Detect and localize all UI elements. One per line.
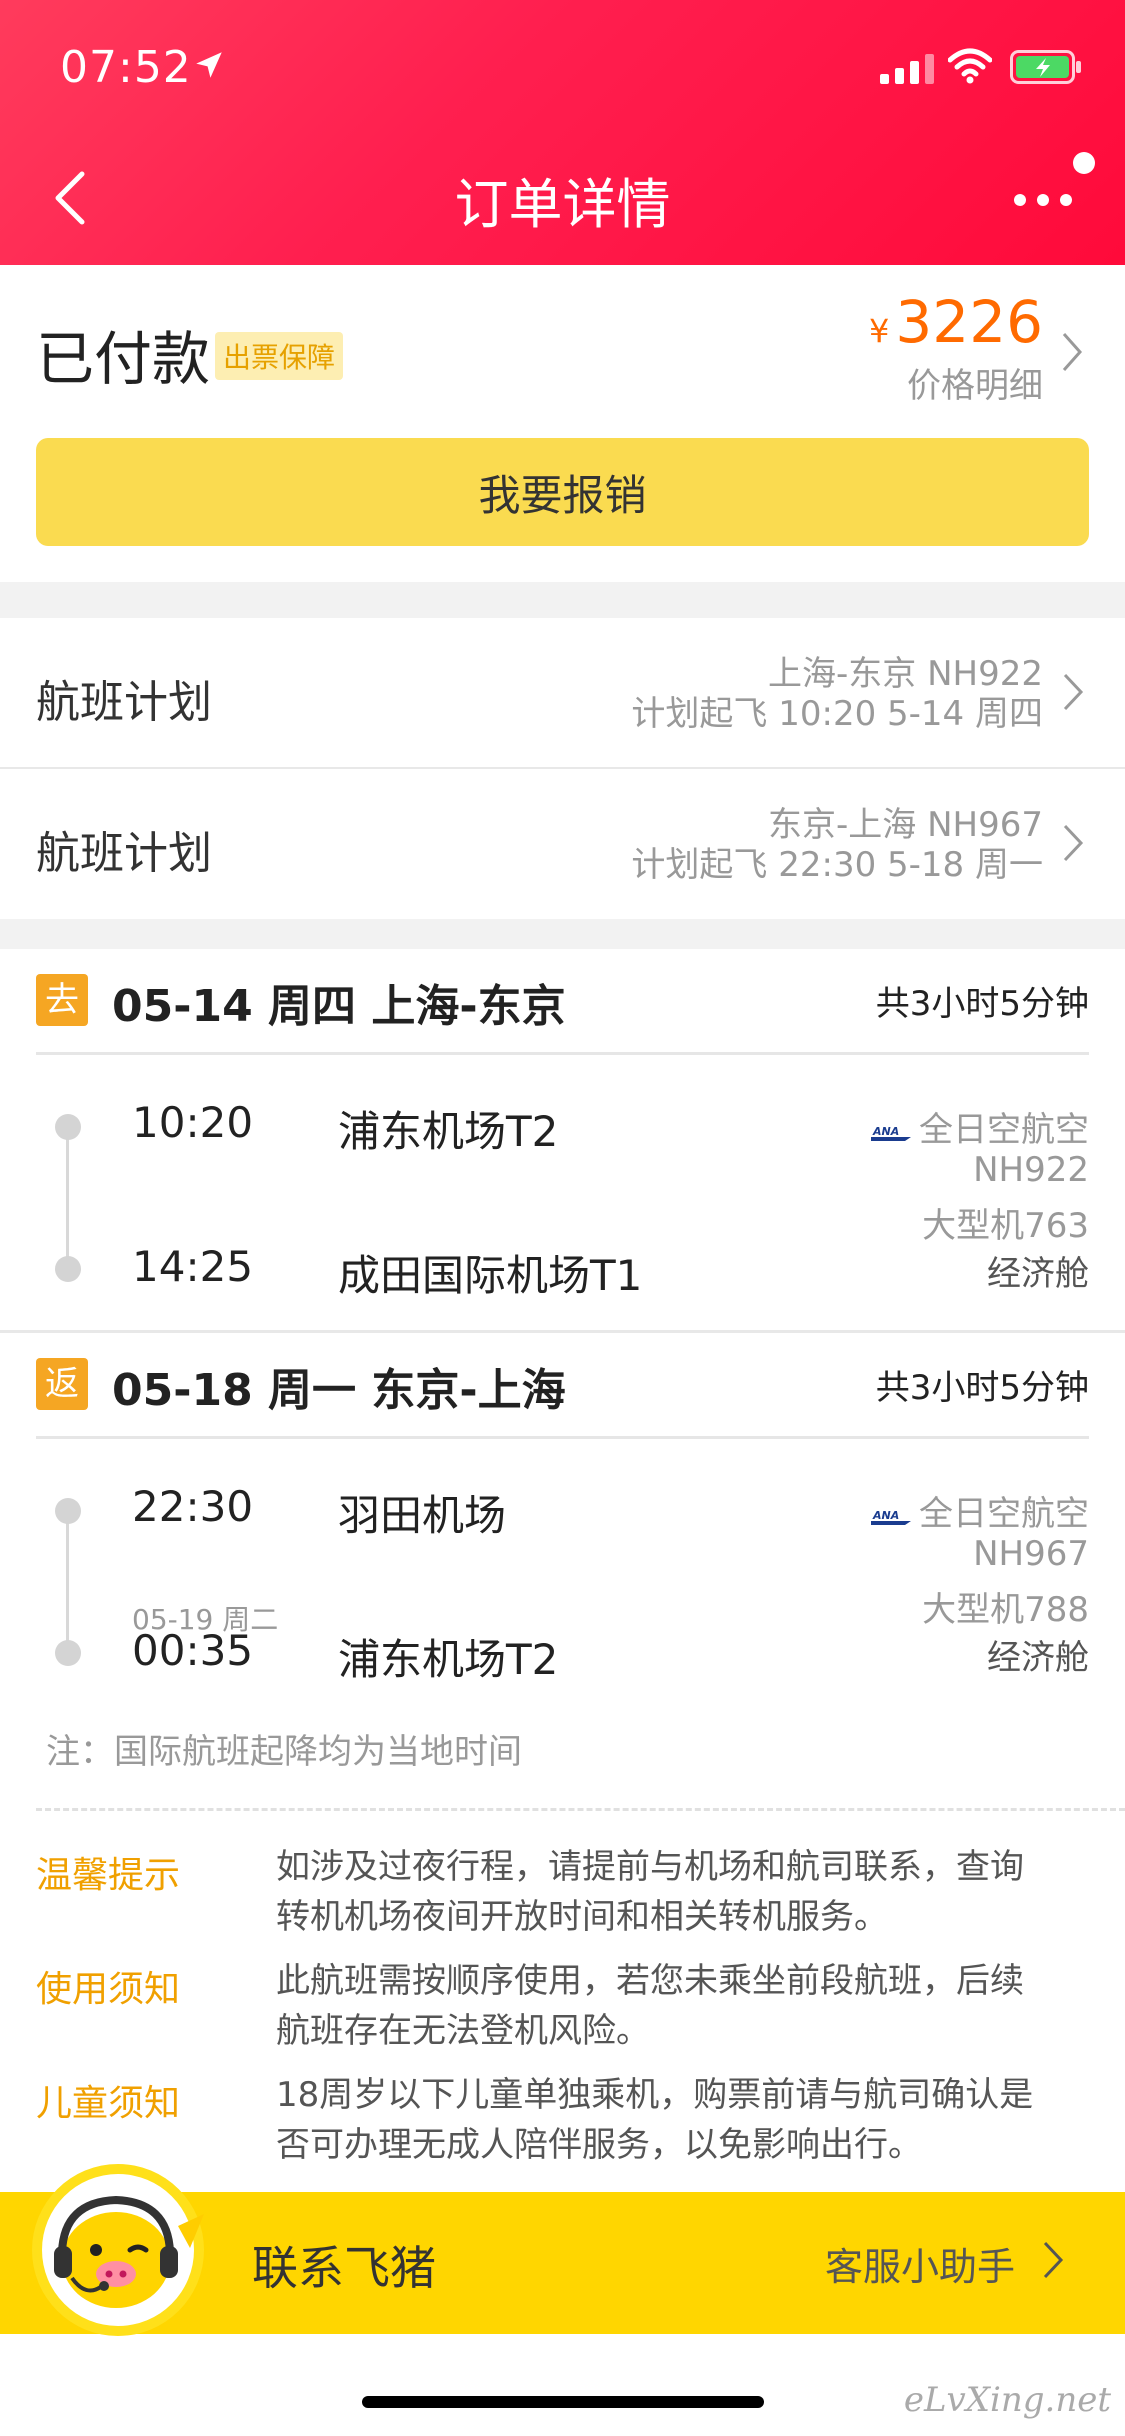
flight-plan-row[interactable]: 航班计划 东京-上海 NH967 计划起飞 22:30 5-18 周一 [0, 769, 1125, 919]
airline-name: 全日空航空 [919, 1494, 1089, 1534]
notification-dot [1073, 152, 1095, 174]
departure-airport: 羽田机场 [338, 1491, 507, 1540]
price: ¥3226 [869, 288, 1043, 356]
arrival-time: 00:35 [132, 1626, 254, 1675]
tip-text: 18周岁以下儿童单独乘机，购票前请与航司确认是 否可办理无成人陪伴服务，以免影响… [276, 2070, 1091, 2170]
ana-logo-icon: ANA [871, 1125, 911, 1141]
flight-plan-label: 航班计划 [36, 828, 212, 879]
arrival-airport: 成田国际机场T1 [338, 1251, 643, 1300]
divider [36, 1052, 1089, 1055]
tip-line: 航班存在无法登机风险。 [276, 2011, 650, 2051]
flight-plan-info: 上海-东京 NH922 计划起飞 10:20 5-14 周四 [631, 654, 1043, 734]
flight-plan-row[interactable]: 航班计划 上海-东京 NH922 计划起飞 10:20 5-14 周四 [0, 618, 1125, 768]
segment-duration: 共3小时5分钟 [875, 1368, 1089, 1408]
tip-text: 此航班需按顺序使用，若您未乘坐前段航班，后续 航班存在无法登机风险。 [276, 1956, 1091, 2056]
cabin-class: 经济舱 [987, 1638, 1089, 1678]
flight-number: NH967 [973, 1534, 1089, 1574]
page-title: 订单详情 [454, 173, 671, 236]
aircraft-type: 大型机763 [922, 1206, 1089, 1246]
segment-duration: 共3小时5分钟 [875, 984, 1089, 1024]
segment-header-return: 返 05-18 周一 东京-上海 共3小时5分钟 [36, 1350, 1089, 1420]
segment-header-outbound: 去 05-14 周四 上海-东京 共3小时5分钟 [36, 966, 1089, 1036]
local-time-note: 注：国际航班起降均为当地时间 [46, 1732, 522, 1772]
dashed-divider [36, 1808, 1125, 1811]
guarantee-badge: 出票保障 [215, 332, 344, 380]
tip-label: 温馨提示 [36, 1855, 181, 1896]
order-status: 已付款 [36, 325, 211, 393]
timeline-line [66, 1126, 69, 1268]
status-bar: 07:52 [0, 0, 1125, 130]
cabin-class: 经济舱 [987, 1254, 1089, 1294]
segment-separator [0, 1330, 1125, 1333]
departure-time: 22:30 [132, 1482, 254, 1531]
wifi-icon [948, 48, 992, 84]
segment-tag: 去 [36, 974, 88, 1026]
segment-title: 05-18 周一 东京-上海 [112, 1365, 566, 1416]
flight-plan-route: 东京-上海 NH967 [768, 805, 1043, 845]
price-block[interactable]: ¥3226 价格明细 [869, 288, 1043, 407]
flight-plan-schedule: 计划起飞 10:20 5-14 周四 [631, 694, 1043, 734]
svg-text:ANA: ANA [872, 1125, 899, 1138]
price-value: 3226 [895, 288, 1043, 356]
tip-line: 此航班需按顺序使用，若您未乘坐前段航班，后续 [276, 1961, 1024, 2001]
chevron-right-icon [1063, 824, 1084, 862]
timeline-dot [55, 1498, 81, 1524]
status-time: 07:52 [60, 42, 192, 93]
tip-line: 否可办理无成人陪伴服务，以免影响出行。 [276, 2125, 922, 2165]
chevron-right-icon [1063, 673, 1084, 711]
aircraft-type: 大型机788 [922, 1590, 1089, 1630]
timeline-dot [55, 1640, 81, 1666]
tip-line: 转机机场夜间开放时间和相关转机服务。 [276, 1897, 888, 1937]
watermark: eLvXing.net [903, 2380, 1111, 2420]
airline-name: 全日空航空 [919, 1110, 1089, 1150]
section-gap [0, 919, 1125, 949]
departure-time: 10:20 [132, 1098, 254, 1147]
svg-text:ANA: ANA [872, 1509, 899, 1522]
arrival-airport: 浦东机场T2 [338, 1635, 559, 1684]
tip-label: 儿童须知 [36, 2083, 181, 2124]
tip-label: 使用须知 [36, 1969, 181, 2010]
airline: ANA 全日空航空 [871, 1102, 1089, 1151]
home-indicator[interactable] [362, 2396, 764, 2408]
tip-line: 如涉及过夜行程，请提前与机场和航司联系，查询 [276, 1847, 1024, 1887]
tip-line: 18周岁以下儿童单独乘机，购票前请与航司确认是 [276, 2075, 1034, 2115]
timeline-dot [55, 1114, 81, 1140]
divider [36, 1436, 1089, 1439]
mascot-icon [32, 2164, 204, 2336]
chevron-right-icon[interactable] [1060, 330, 1084, 374]
price-detail-label: 价格明细 [907, 366, 1043, 406]
location-arrow-icon [196, 52, 222, 78]
flight-plan-info: 东京-上海 NH967 计划起飞 22:30 5-18 周一 [631, 805, 1043, 885]
section-gap [0, 582, 1125, 618]
flight-plan-label: 航班计划 [36, 677, 212, 728]
reimburse-button[interactable]: 我要报销 [36, 438, 1089, 546]
flight-number: NH922 [973, 1150, 1089, 1190]
header: 07:52 订单详情 [0, 0, 1125, 265]
signal-icon [880, 54, 934, 84]
chevron-right-icon[interactable] [1042, 2240, 1064, 2280]
tip-text: 如涉及过夜行程，请提前与机场和航司联系，查询 转机机场夜间开放时间和相关转机服务… [276, 1842, 1091, 1942]
departure-airport: 浦东机场T2 [338, 1107, 559, 1156]
more-icon[interactable] [1012, 190, 1074, 210]
segment-title: 05-14 周四 上海-东京 [112, 981, 566, 1032]
ana-logo-icon: ANA [871, 1509, 911, 1525]
currency: ¥ [869, 312, 890, 350]
contact-label[interactable]: 联系飞猪 [252, 2232, 436, 2298]
timeline-line [66, 1510, 69, 1652]
flight-plan-route: 上海-东京 NH922 [768, 654, 1043, 694]
timeline-dot [55, 1256, 81, 1282]
battery-icon [1010, 50, 1081, 84]
flight-plan-schedule: 计划起飞 22:30 5-18 周一 [631, 845, 1043, 885]
service-assistant-link[interactable]: 客服小助手 [825, 2236, 1015, 2291]
arrival-time: 14:25 [132, 1242, 254, 1291]
airline: ANA 全日空航空 [871, 1486, 1089, 1535]
segment-tag: 返 [36, 1358, 88, 1410]
